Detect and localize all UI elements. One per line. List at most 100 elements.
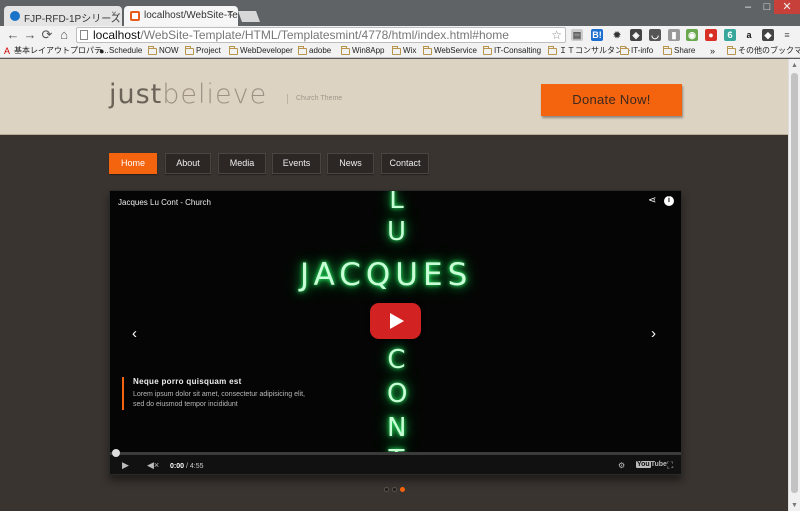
page-scrollbar[interactable]: ▲ ▼ — [788, 59, 800, 511]
pagination-dot-active[interactable] — [400, 487, 405, 492]
browser-toolbar: ← → ⟳ ⌂ localhost/WebSite-Template/HTML/… — [0, 26, 800, 44]
bookmark-folder[interactable]: Win8App — [341, 45, 384, 57]
url-path: /WebSite-Template/HTML/Templatesmint/477… — [140, 28, 509, 42]
folder-icon — [341, 46, 350, 55]
neon-letter: L — [389, 190, 409, 215]
neon-letter: N — [387, 413, 412, 443]
mute-icon[interactable]: ◀× — [147, 460, 159, 470]
nav-events[interactable]: Events — [272, 153, 321, 174]
bookmark-folder[interactable]: IT-info — [620, 45, 653, 57]
caption-text: Lorem ipsum dolor sit amet, consectetur … — [133, 391, 305, 408]
scroll-up-icon[interactable]: ▲ — [791, 62, 798, 69]
new-tab-button[interactable] — [237, 11, 261, 22]
browser-tab-1[interactable]: FJP-RFD-1Pシリーズ【1パ × — [4, 6, 122, 26]
site-logo[interactable]: justbelieve — [109, 79, 267, 110]
amazon-icon[interactable]: a — [743, 29, 755, 41]
menu-icon[interactable]: ≡ — [781, 29, 793, 41]
time-display: 0:00 / 4:55 — [170, 463, 204, 470]
folder-icon — [663, 46, 672, 55]
fullscreen-icon[interactable]: ⛶ — [667, 460, 673, 470]
folder-icon — [483, 46, 492, 55]
bookmark-star-icon[interactable]: ☆ — [551, 28, 562, 42]
extension-flag-icon[interactable]: ▮ — [668, 29, 680, 41]
extension-red-icon[interactable]: ● — [705, 29, 717, 41]
window-close-icon[interactable]: ✕ — [774, 0, 800, 14]
forward-icon[interactable]: → — [23, 27, 37, 43]
slider-next-icon[interactable]: › — [651, 326, 656, 341]
bookmark-folder[interactable]: Project — [185, 45, 221, 57]
info-icon[interactable]: i — [664, 196, 674, 206]
tab-title: FJP-RFD-1Pシリーズ【1パ — [24, 14, 122, 25]
folder-icon — [727, 46, 736, 55]
scroll-down-icon[interactable]: ▼ — [791, 502, 798, 509]
donate-button[interactable]: Donate Now! — [541, 84, 682, 116]
evernote-icon[interactable]: ◉ — [686, 29, 698, 41]
bookmark-folder[interactable]: NOW — [148, 45, 179, 57]
nav-about[interactable]: About — [165, 153, 211, 174]
neon-word: JACQUES — [300, 257, 473, 293]
video-title[interactable]: Jacques Lu Cont - Church — [118, 198, 211, 207]
folder-icon — [229, 46, 238, 55]
bookmark-item[interactable]: A 基本レイアウトプロパテ... — [4, 45, 109, 57]
reload-icon[interactable]: ⟳ — [40, 27, 54, 43]
youtube-logo[interactable]: YouTube — [636, 461, 667, 468]
scrollbar-thumb[interactable] — [791, 73, 798, 493]
bookmark-folder[interactable]: adobe — [298, 45, 331, 57]
bookmark-item[interactable]: ● Schedule — [98, 45, 142, 57]
progress-knob[interactable] — [112, 449, 120, 457]
progress-bar[interactable] — [110, 449, 681, 457]
adobe-icon: A — [4, 46, 11, 56]
url-host: localhost — [93, 28, 141, 42]
settings-icon[interactable]: ⚙ — [618, 461, 625, 471]
pagination-dot[interactable] — [384, 487, 389, 492]
folder-icon — [298, 46, 307, 55]
shield-icon[interactable]: ◆ — [762, 29, 774, 41]
neon-letter: C — [387, 345, 411, 375]
back-icon[interactable]: ← — [6, 27, 20, 43]
pocket-icon[interactable]: ◡ — [649, 29, 661, 41]
nav-home[interactable]: Home — [109, 153, 157, 174]
play-icon[interactable]: ▶ — [122, 460, 129, 470]
bookmark-folder[interactable]: IT-Consalting — [483, 45, 541, 57]
play-button[interactable] — [370, 303, 421, 339]
folder-icon — [548, 46, 557, 55]
other-bookmarks-folder[interactable]: その他のブックマーク — [727, 45, 800, 57]
pagination-dot[interactable] — [392, 487, 397, 492]
bookmark-folder[interactable]: WebDeveloper — [229, 45, 293, 57]
bookmarks-overflow-button[interactable]: » — [710, 45, 715, 57]
caption-title: Neque porro quisquam est — [133, 377, 242, 386]
extension-box-icon[interactable]: ◈ — [630, 29, 642, 41]
home-icon[interactable]: ⌂ — [57, 27, 71, 43]
nav-news[interactable]: News — [327, 153, 374, 174]
neon-letter: O — [387, 379, 413, 409]
web-page: justbelieve Church Theme Donate Now! Hom… — [0, 59, 788, 511]
folder-icon — [392, 46, 401, 55]
video-controls: ▶ ◀× 0:00 / 4:55 ⚙ YouTube ⛶ — [110, 449, 681, 474]
slide-caption: Neque porro quisquam est Lorem ipsum dol… — [122, 377, 307, 410]
bookmark-folder[interactable]: WebService — [423, 45, 477, 57]
folder-icon — [423, 46, 432, 55]
extension-teal-icon[interactable]: ϐ — [724, 29, 736, 41]
video-player[interactable]: L U JACQUES C O N T Jacques Lu Cont - Ch… — [109, 190, 682, 475]
nav-contact[interactable]: Contact — [381, 153, 429, 174]
site-header: justbelieve Church Theme Donate Now! — [0, 59, 788, 135]
hatena-bookmark-icon[interactable]: B! — [591, 29, 603, 41]
tab-favicon-icon — [130, 11, 140, 21]
address-bar[interactable]: localhost/WebSite-Template/HTML/Template… — [76, 27, 566, 43]
bookmark-folder[interactable]: Wix — [392, 45, 416, 57]
bookmark-folder[interactable]: Share — [663, 45, 695, 57]
tab-favicon-icon — [10, 11, 20, 21]
extension-doc-icon[interactable]: ▤ — [571, 29, 583, 41]
bookmarks-bar: A 基本レイアウトプロパテ... ● Schedule NOW Project We… — [0, 44, 800, 58]
nav-media[interactable]: Media — [218, 153, 266, 174]
tab-close-icon[interactable]: × — [227, 9, 233, 20]
gear-icon[interactable]: ✹ — [611, 29, 623, 41]
page-icon — [80, 30, 88, 40]
bookmark-folder[interactable]: ＩＴコンサルタント — [548, 45, 631, 57]
slider-prev-icon[interactable]: ‹ — [132, 326, 137, 341]
minimize-icon[interactable]: – — [738, 0, 758, 14]
browser-tab-2[interactable]: localhost/WebSite-Temp × — [124, 6, 238, 26]
folder-icon — [148, 46, 157, 55]
share-icon[interactable]: ⋖ — [648, 195, 656, 206]
tab-close-icon[interactable]: × — [111, 9, 117, 20]
